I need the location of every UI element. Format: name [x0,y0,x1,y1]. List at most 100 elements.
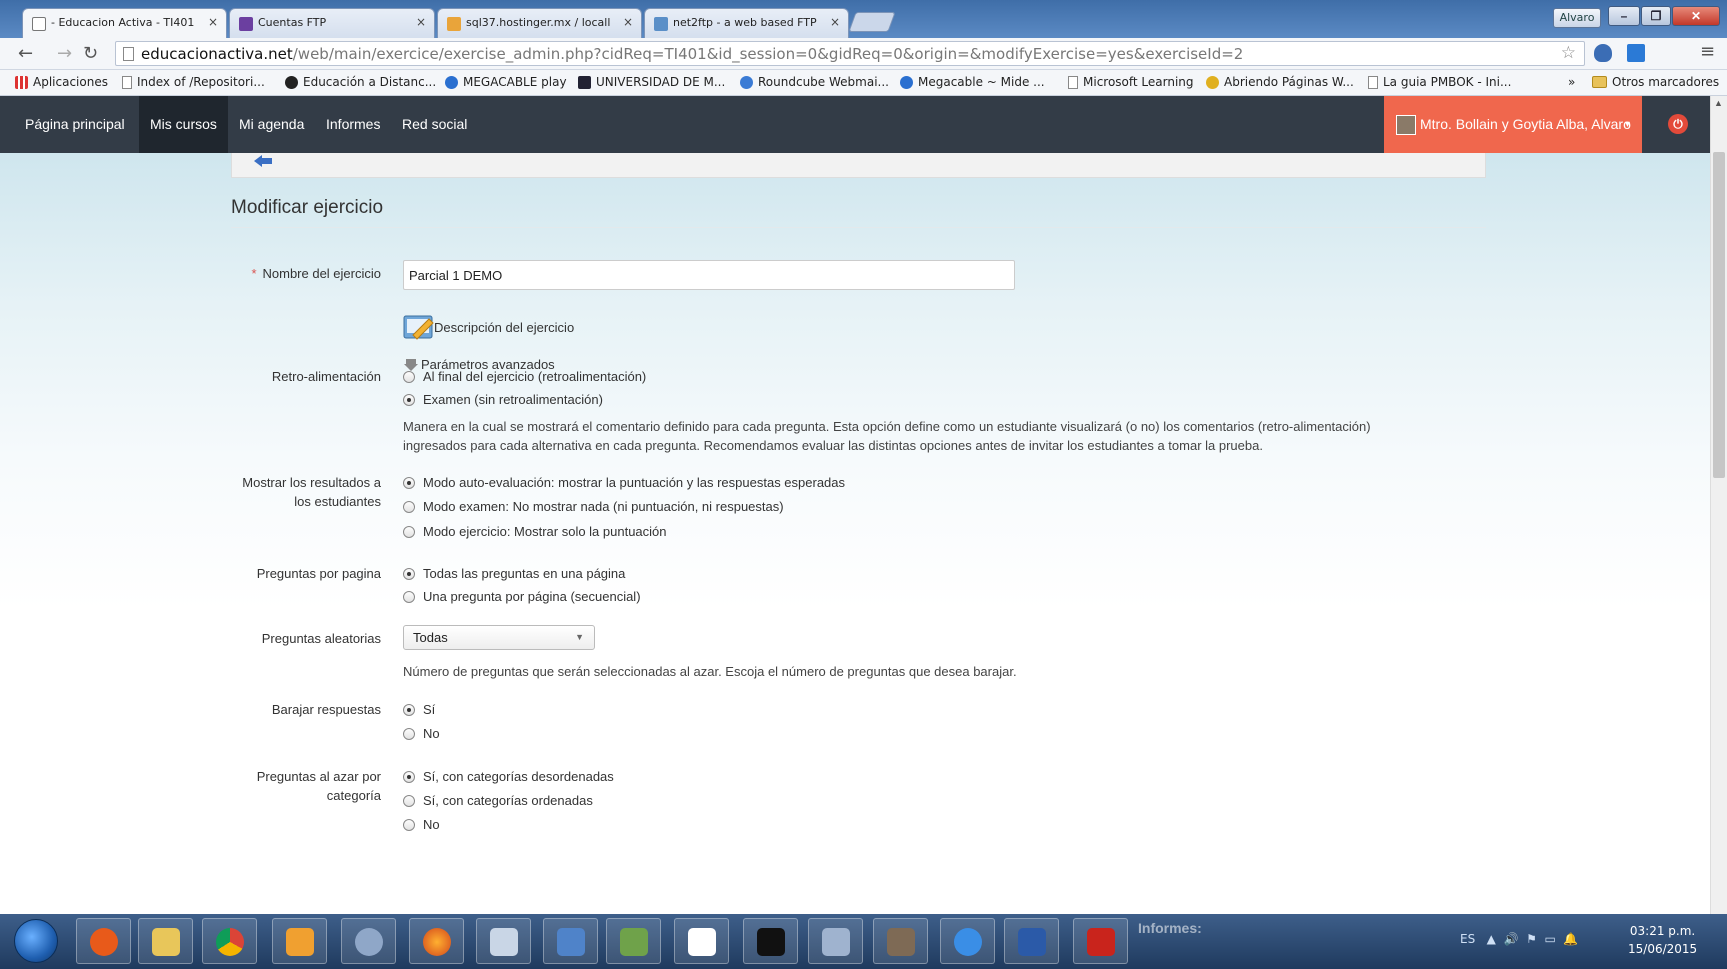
bookmarks-overflow-button[interactable]: » [1568,75,1575,89]
label-text: Nombre del ejercicio [262,266,382,281]
start-button[interactable] [14,919,58,963]
label-line: Preguntas al azar por [256,769,381,784]
nav-red-social[interactable]: Red social [391,96,478,153]
radio-button-selected[interactable] [403,567,415,580]
category-option-ordered[interactable]: Sí, con categorías ordenadas [403,793,593,808]
bookmark-item[interactable]: Index of /Repositori... [122,75,265,89]
feedback-option-exam[interactable]: Examen (sin retroalimentación) [403,392,603,407]
clock-date: 15/06/2015 [1628,942,1698,956]
profile-button[interactable]: Alvaro [1553,8,1601,28]
bookmark-item[interactable]: Abriendo Páginas W... [1206,75,1354,89]
radio-button[interactable] [403,525,415,538]
advanced-link[interactable]: Parámetros avanzados [403,329,555,372]
tab-educacion-activa[interactable]: - Educacion Activa - TI401 × [22,8,227,39]
exercise-name-input[interactable] [403,260,1015,290]
radio-button-selected[interactable] [403,703,415,716]
other-bookmarks-folder[interactable]: Otros marcadores [1592,75,1719,89]
back-arrow-icon[interactable]: ← [18,43,33,64]
nav-mis-cursos[interactable]: Mis cursos [139,96,228,153]
shuffle-option-yes[interactable]: Sí [403,702,435,717]
taskbar-app[interactable] [606,918,661,964]
radio-button[interactable] [403,590,415,603]
radio-button-selected[interactable] [403,770,415,783]
pdf-icon [557,928,585,956]
folder-icon [1592,76,1607,88]
user-menu[interactable]: Mtro. Bollain y Goytia Alba, Alvaro ▾ [1384,96,1642,153]
bookmark-item[interactable]: Megacable ~ Mide ... [900,75,1045,89]
close-icon[interactable]: × [208,15,218,29]
bookmark-item[interactable]: Microsoft Learning [1068,75,1194,89]
system-clock[interactable]: 03:21 p.m. 15/06/2015 [1628,922,1697,958]
taskbar-app[interactable] [543,918,598,964]
menu-icon[interactable]: ≡ [1700,41,1715,62]
radio-button[interactable] [403,794,415,807]
logout-power-icon[interactable]: ⏻ [1668,114,1688,134]
close-icon[interactable]: × [416,15,426,29]
taskbar-app[interactable] [409,918,464,964]
taskbar-app[interactable] [674,918,729,964]
radio-button-selected[interactable] [403,393,415,406]
taskbar-app[interactable] [202,918,257,964]
taskbar-app[interactable] [138,918,193,964]
bookmark-apps[interactable]: Aplicaciones [15,75,108,89]
shuffle-option-no[interactable]: No [403,726,440,741]
per-page-option-all[interactable]: Todas las preguntas en una página [403,566,625,581]
bookmark-item[interactable]: MEGACABLE play [445,75,567,89]
taskbar-app[interactable] [476,918,531,964]
restore-icon[interactable]: ❐ [1641,6,1671,26]
scroll-up-icon[interactable]: ▲ [1714,98,1723,108]
taskbar-app[interactable] [272,918,327,964]
radio-button[interactable] [403,370,415,383]
reload-icon[interactable]: ↻ [83,43,98,64]
tab-cuentas-ftp[interactable]: Cuentas FTP × [229,8,435,38]
scrollbar-thumb[interactable] [1713,152,1725,478]
page-scrollbar[interactable]: ▲ ▼ [1710,96,1727,926]
option-label: Modo ejercicio: Mostrar solo la puntuaci… [423,524,667,539]
minimize-icon[interactable]: – [1608,6,1640,26]
new-tab-button[interactable] [848,12,896,32]
bookmark-star-icon[interactable]: ☆ [1561,43,1576,63]
results-option-exam[interactable]: Modo examen: No mostrar nada (ni puntuac… [403,499,784,514]
bookmark-item[interactable]: UNIVERSIDAD DE M... [578,75,725,89]
nav-pagina-principal[interactable]: Página principal [14,96,136,153]
taskbar-app[interactable] [341,918,396,964]
bookmark-label: Index of /Repositori... [137,75,265,89]
taskbar-app[interactable] [1073,918,1128,964]
close-icon[interactable]: × [623,15,633,29]
extension-icon[interactable] [1594,44,1612,62]
forward-arrow-icon[interactable]: → [57,43,72,64]
category-option-no[interactable]: No [403,817,440,832]
tab-net2ftp[interactable]: net2ftp - a web based FTP × [644,8,849,38]
results-option-exercise[interactable]: Modo ejercicio: Mostrar solo la puntuaci… [403,524,667,539]
taskbar-app[interactable] [808,918,863,964]
category-option-unordered[interactable]: Sí, con categorías desordenadas [403,769,614,784]
taskbar-app[interactable] [743,918,798,964]
taskbar-app[interactable] [76,918,131,964]
taskbar-app[interactable] [940,918,995,964]
random-questions-select[interactable]: Todas ▼ [403,625,595,650]
taskbar-ghost-text: Informes: [1138,920,1202,936]
back-arrow-icon[interactable] [252,154,274,169]
bookmark-item[interactable]: Roundcube Webmai... [740,75,889,89]
close-icon[interactable]: × [830,15,840,29]
bookmark-item[interactable]: Educación a Distanc... [285,75,436,89]
taskbar-app[interactable] [1004,918,1059,964]
tab-label: - Educacion Activa - TI401 [51,16,195,29]
radio-button-selected[interactable] [403,476,415,489]
tab-phpmyadmin[interactable]: sql37.hostinger.mx / locall × [437,8,642,38]
results-option-self[interactable]: Modo auto-evaluación: mostrar la puntuac… [403,475,845,490]
window-close-icon[interactable]: ✕ [1672,6,1720,26]
radio-button[interactable] [403,818,415,831]
per-page-option-one[interactable]: Una pregunta por página (secuencial) [403,589,641,604]
language-indicator[interactable]: ES [1460,932,1475,946]
nav-informes[interactable]: Informes [315,96,391,153]
internet-explorer-icon [954,928,982,956]
download-icon[interactable] [1627,44,1645,62]
address-bar[interactable]: educacionactiva.net/web/main/exercice/ex… [115,41,1585,66]
nav-mi-agenda[interactable]: Mi agenda [228,96,315,153]
bookmark-item[interactable]: La guia PMBOK - Ini... [1368,75,1511,89]
feedback-option-end[interactable]: Al final del ejercicio (retroalimentació… [403,369,646,384]
radio-button[interactable] [403,727,415,740]
taskbar-app[interactable] [873,918,928,964]
radio-button[interactable] [403,500,415,513]
